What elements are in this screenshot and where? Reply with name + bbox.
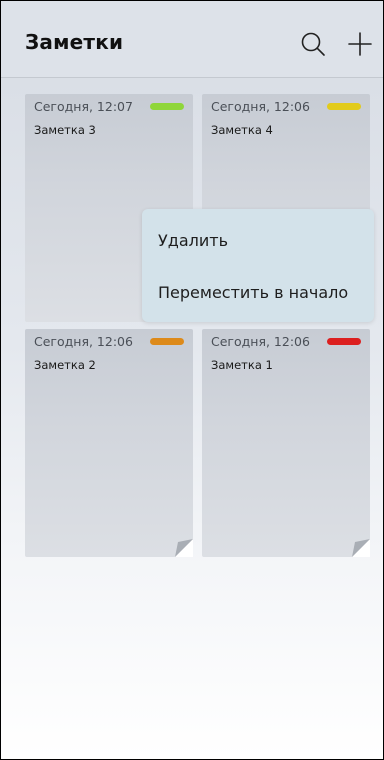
page-curl-icon [175, 539, 193, 557]
note-color-tag [150, 338, 184, 345]
app-header: Заметки [1, 1, 383, 78]
note-title: Заметка 4 [211, 123, 273, 137]
page-title: Заметки [25, 30, 124, 54]
note-card[interactable]: Сегодня, 12:06 Заметка 2 [25, 329, 193, 557]
note-date: Сегодня, 12:06 [34, 334, 133, 349]
delete-menu-item[interactable]: Удалить [158, 230, 228, 252]
plus-icon[interactable] [345, 29, 375, 59]
notes-app: Заметки Сегодня, 12:07 Заметка 3 Сегодня… [0, 0, 384, 760]
note-date: Сегодня, 12:07 [34, 99, 133, 114]
search-icon[interactable] [298, 29, 328, 59]
note-title: Заметка 2 [34, 358, 96, 372]
note-context-menu: Удалить Переместить в начало [142, 209, 374, 322]
note-card[interactable]: Сегодня, 12:06 Заметка 1 [202, 329, 370, 557]
note-color-tag [327, 103, 361, 110]
page-curl-icon [352, 539, 370, 557]
note-date: Сегодня, 12:06 [211, 334, 310, 349]
note-color-tag [327, 338, 361, 345]
note-color-tag [150, 103, 184, 110]
note-date: Сегодня, 12:06 [211, 99, 310, 114]
note-title: Заметка 1 [211, 358, 273, 372]
move-to-top-menu-item[interactable]: Переместить в начало [158, 282, 348, 304]
note-title: Заметка 3 [34, 123, 96, 137]
